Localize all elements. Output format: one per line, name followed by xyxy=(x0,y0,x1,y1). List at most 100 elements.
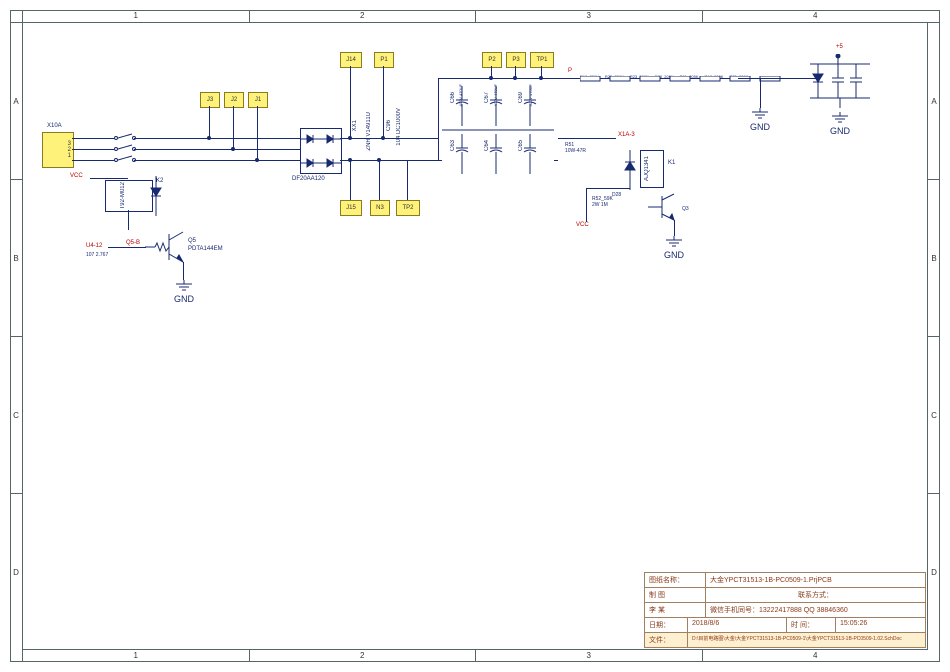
resistor-chain-boxes xyxy=(580,76,820,82)
label-D28: D28 xyxy=(612,192,621,198)
label-R51v: 10W-47R xyxy=(565,148,586,154)
wire xyxy=(760,78,761,108)
label-ZNR: ZNR V14911U xyxy=(366,112,372,151)
net-X1A-3: X1A-3 xyxy=(618,132,635,138)
ruler-top: 1 2 3 4 xyxy=(22,10,928,22)
label-C67: C67 xyxy=(484,92,490,103)
connector-J3: J3 xyxy=(200,92,220,108)
ruler-col-3: 3 xyxy=(475,10,702,22)
net-U4-12: U4-12 xyxy=(86,243,102,249)
relay-K2-coil xyxy=(105,180,153,212)
connector-P1: P1 xyxy=(374,52,394,68)
connector-J15: J15 xyxy=(340,200,362,216)
label-U4v: 107 2.767 xyxy=(86,252,108,258)
label-Q5p: PDTA144EM xyxy=(188,246,223,252)
wire xyxy=(586,188,587,222)
diode-D23 xyxy=(148,176,164,216)
tb-name-value: 大金YPCT31513-1B-PC0509-1.PrjPCB xyxy=(705,573,925,587)
wire xyxy=(350,160,351,200)
tb-name-label: 图纸名称： xyxy=(645,573,705,587)
gnd-k1: GND xyxy=(664,236,684,260)
label-C63: C63 xyxy=(450,140,456,151)
label-C66: C66 xyxy=(450,92,456,103)
tb-date-label: 日期： xyxy=(645,618,687,632)
net-P: P xyxy=(568,68,572,74)
diode-D28 xyxy=(622,150,638,190)
junction xyxy=(377,158,381,162)
label-R52v: 2W 1M xyxy=(592,202,608,208)
wire xyxy=(738,78,818,79)
wire xyxy=(134,138,304,139)
gnd-right: GND xyxy=(750,108,770,132)
tb-file-label: 文件： xyxy=(645,633,687,647)
connector-J14: J14 xyxy=(340,52,362,68)
net-plus5: +5 xyxy=(836,44,843,50)
connector-X10A: X10A 3 2 1 xyxy=(42,132,74,168)
ruler-left: A B C D xyxy=(10,22,22,650)
junction xyxy=(255,158,259,162)
tb-time-value: 15:05:26 xyxy=(835,618,925,632)
connector-TP1: TP1 xyxy=(530,52,554,68)
junction xyxy=(381,136,385,140)
label-Q3: Q3 xyxy=(682,206,689,212)
ruler-col-2: 2 xyxy=(249,10,476,22)
label-X10A: X10A xyxy=(47,123,62,129)
label-C65: C65 xyxy=(518,140,524,151)
label-C96: C96 xyxy=(386,120,392,131)
net-VCC-left: VCC xyxy=(70,173,83,179)
ruler-bottom: 1 2 3 4 xyxy=(22,650,928,662)
junction xyxy=(539,76,543,80)
connector-J1: J1 xyxy=(248,92,268,108)
wire xyxy=(674,220,675,236)
tb-contact-value: 微信手机同号：13222417888 QQ 38846360 xyxy=(705,603,925,617)
label-XX1: XX1 xyxy=(352,120,358,131)
connector-J2: J2 xyxy=(224,92,244,108)
gnd-symbol-left: GND xyxy=(174,280,194,304)
tb-contact-label: 联系方式： xyxy=(705,588,925,602)
wire xyxy=(72,138,114,139)
label-bridge: DF20AA120 xyxy=(292,176,325,182)
wire xyxy=(90,178,128,179)
junction xyxy=(489,76,493,80)
tb-file-value: D:\目前电路图\大金\大金YPCT31513-1B-PC0509-1\大金YP… xyxy=(687,633,925,647)
net-VCC-k1: VCC xyxy=(576,222,589,228)
wire xyxy=(72,149,114,150)
junction xyxy=(207,136,211,140)
wire xyxy=(72,160,114,161)
wire xyxy=(134,149,304,150)
wire xyxy=(586,188,630,189)
wire xyxy=(379,160,380,200)
connector-N3: N3 xyxy=(370,200,390,216)
junction xyxy=(231,147,235,151)
label-C69: C69 xyxy=(518,92,524,103)
wire xyxy=(128,210,129,230)
tb-time-label: 时 间： xyxy=(786,618,835,632)
label-Q5B: Q5-B xyxy=(126,240,140,246)
wire xyxy=(134,160,304,161)
transistor-Q3 xyxy=(648,192,688,232)
ruler-col-1: 1 xyxy=(22,10,249,22)
label-K1p: AJQ1341 xyxy=(644,156,650,181)
label-capval2: 400V 470UF xyxy=(493,84,498,106)
wire xyxy=(340,160,438,161)
wire xyxy=(438,78,439,160)
connector-P3: P3 xyxy=(506,52,526,68)
wire xyxy=(183,262,184,280)
label-Q5: Q5 xyxy=(188,238,196,244)
wire xyxy=(108,247,146,248)
wire xyxy=(340,138,438,139)
junction xyxy=(348,158,352,162)
wire xyxy=(233,106,234,149)
wire xyxy=(558,138,616,139)
connector-P2: P2 xyxy=(482,52,502,68)
title-block: 图纸名称： 大金YPCT31513-1B-PC0509-1.PrjPCB 制 图… xyxy=(644,572,926,648)
tb-owner: 李 某 xyxy=(645,603,705,617)
junction xyxy=(513,76,517,80)
label-capval1: 400V 470UF xyxy=(458,84,463,106)
gnd-plus5: GND xyxy=(830,112,850,136)
tb-drawn-label: 制 图 xyxy=(645,588,705,602)
label-K2p: T92-M012 xyxy=(120,182,126,209)
junction xyxy=(348,136,352,140)
wire xyxy=(257,106,258,160)
label-K1: K1 xyxy=(668,160,675,166)
